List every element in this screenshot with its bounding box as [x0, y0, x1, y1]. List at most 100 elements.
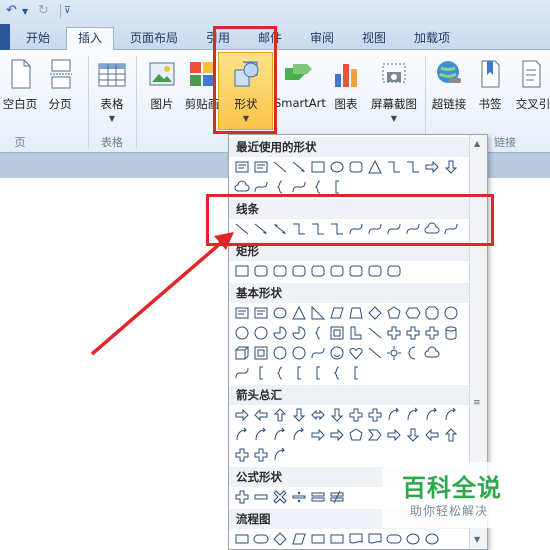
- curved-shape-icon[interactable]: [424, 407, 440, 423]
- elbow-shape-icon[interactable]: [405, 159, 421, 175]
- blank-page-button[interactable]: 空白页: [0, 54, 40, 132]
- brace-shape-icon[interactable]: [272, 179, 288, 195]
- larrow-shape-icon[interactable]: [424, 427, 440, 443]
- moon-shape-icon[interactable]: [405, 345, 421, 361]
- rrect-shape-icon[interactable]: [386, 263, 402, 279]
- circnum-shape-icon[interactable]: [253, 325, 269, 341]
- proc-shape-icon[interactable]: [234, 531, 250, 547]
- tab-view[interactable]: 视图: [352, 28, 396, 50]
- line-shape-icon[interactable]: [367, 325, 383, 341]
- mult-shape-icon[interactable]: [272, 489, 288, 505]
- tab-page-layout[interactable]: 页面布局: [122, 28, 186, 50]
- arrowline-shape-icon[interactable]: [291, 159, 307, 175]
- div-shape-icon[interactable]: [291, 489, 307, 505]
- plus-shape-icon[interactable]: [424, 325, 440, 341]
- cube-shape-icon[interactable]: [234, 345, 250, 361]
- smile-shape-icon[interactable]: [329, 345, 345, 361]
- rarrow-shape-icon[interactable]: [310, 427, 326, 443]
- tab-add-ins[interactable]: 加载项: [404, 28, 460, 50]
- curved-shape-icon[interactable]: [386, 407, 402, 423]
- tab-home[interactable]: 开始: [18, 28, 58, 50]
- oct-shape-icon[interactable]: [424, 305, 440, 321]
- plus-shape-icon[interactable]: [253, 447, 269, 463]
- curved-shape-icon[interactable]: [272, 447, 288, 463]
- lshape-shape-icon[interactable]: [348, 325, 364, 341]
- proc-shape-icon[interactable]: [310, 531, 326, 547]
- curved-shape-icon[interactable]: [234, 427, 250, 443]
- rtri-shape-icon[interactable]: [310, 305, 326, 321]
- darrow-shape-icon[interactable]: [291, 407, 307, 423]
- curved-shape-icon[interactable]: [405, 407, 421, 423]
- scroll-thumb[interactable]: ≡: [473, 399, 484, 408]
- chart-button[interactable]: 图表: [326, 54, 366, 132]
- uarrow-shape-icon[interactable]: [272, 407, 288, 423]
- rrect-shape-icon[interactable]: [253, 263, 269, 279]
- curve-shape-icon[interactable]: [291, 179, 307, 195]
- rarrow-shape-icon[interactable]: [234, 407, 250, 423]
- table-button[interactable]: 表格 ▼: [92, 54, 132, 132]
- curved-shape-icon[interactable]: [272, 427, 288, 443]
- chevron-shape-icon[interactable]: [367, 427, 383, 443]
- rrect-shape-icon[interactable]: [367, 263, 383, 279]
- line-shape-icon[interactable]: [272, 159, 288, 175]
- circnum-shape-icon[interactable]: [234, 325, 250, 341]
- screenshot-button[interactable]: 屏幕截图 ▼: [366, 54, 422, 132]
- term-shape-icon[interactable]: [386, 531, 402, 547]
- curved-shape-icon[interactable]: [443, 407, 459, 423]
- doc-shape-icon[interactable]: [348, 531, 364, 547]
- rect-shape-icon[interactable]: [234, 263, 250, 279]
- ellipse-shape-icon[interactable]: [405, 531, 421, 547]
- doc-shape-icon[interactable]: [367, 531, 383, 547]
- curved-shape-icon[interactable]: [291, 427, 307, 443]
- can-shape-icon[interactable]: [443, 325, 459, 341]
- bracket-shape-icon[interactable]: [310, 365, 326, 381]
- customize-qat-icon[interactable]: ⊽: [64, 6, 71, 16]
- neq-shape-icon[interactable]: [329, 489, 345, 505]
- ellipse-shape-icon[interactable]: [424, 531, 440, 547]
- undo-dropdown-icon[interactable]: ▼: [22, 7, 28, 16]
- frame-shape-icon[interactable]: [253, 345, 269, 361]
- pie-shape-icon[interactable]: [291, 325, 307, 341]
- tab-insert[interactable]: 插入: [66, 27, 114, 51]
- larrow-shape-icon[interactable]: [253, 407, 269, 423]
- document-page[interactable]: [0, 178, 228, 550]
- ellipse-shape-icon[interactable]: [272, 305, 288, 321]
- bookmark-button[interactable]: 书签: [472, 54, 508, 132]
- darrow-shape-icon[interactable]: [329, 407, 345, 423]
- pent-shape-icon[interactable]: [386, 305, 402, 321]
- redo-icon[interactable]: ↻: [38, 3, 49, 18]
- plus-shape-icon[interactable]: [367, 407, 383, 423]
- file-tab[interactable]: [0, 24, 10, 50]
- sun-shape-icon[interactable]: [386, 345, 402, 361]
- rrect-shape-icon[interactable]: [348, 263, 364, 279]
- hex-shape-icon[interactable]: [405, 305, 421, 321]
- cross-reference-button[interactable]: 交叉引: [510, 54, 550, 132]
- plus-shape-icon[interactable]: [386, 325, 402, 341]
- text-shape-icon[interactable]: [253, 305, 269, 321]
- scroll-up-icon[interactable]: ▲: [474, 139, 480, 148]
- ellipse-shape-icon[interactable]: [329, 159, 345, 175]
- text-shape-icon[interactable]: [253, 159, 269, 175]
- trap-shape-icon[interactable]: [348, 305, 364, 321]
- brace-shape-icon[interactable]: [310, 325, 326, 341]
- frame-shape-icon[interactable]: [329, 325, 345, 341]
- diamond-shape-icon[interactable]: [272, 531, 288, 547]
- minus-shape-icon[interactable]: [253, 489, 269, 505]
- circnum-shape-icon[interactable]: [272, 345, 288, 361]
- brace-shape-icon[interactable]: [272, 365, 288, 381]
- picture-button[interactable]: 图片: [142, 54, 182, 132]
- tab-review[interactable]: 审阅: [300, 28, 344, 50]
- term-shape-icon[interactable]: [253, 531, 269, 547]
- text-shape-icon[interactable]: [234, 305, 250, 321]
- line-shape-icon[interactable]: [367, 345, 383, 361]
- bracket-shape-icon[interactable]: [348, 365, 364, 381]
- darrow-shape-icon[interactable]: [405, 427, 421, 443]
- cloud-shape-icon[interactable]: [424, 345, 440, 361]
- undo-icon[interactable]: ↶: [6, 3, 17, 18]
- rrect-shape-icon[interactable]: [329, 263, 345, 279]
- eq-shape-icon[interactable]: [310, 489, 326, 505]
- heart-shape-icon[interactable]: [348, 345, 364, 361]
- smartart-button[interactable]: SmartArt: [274, 54, 326, 132]
- curved-shape-icon[interactable]: [253, 427, 269, 443]
- hyperlink-button[interactable]: 超链接: [428, 54, 470, 132]
